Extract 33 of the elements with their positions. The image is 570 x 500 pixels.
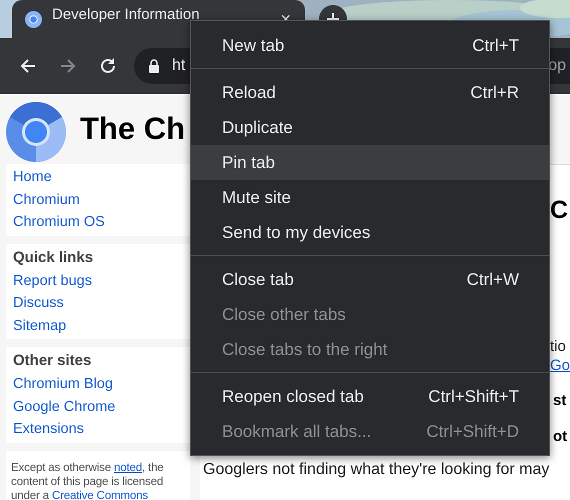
section-heading: Other sites xyxy=(13,351,92,371)
menu-item[interactable]: Duplicate xyxy=(191,110,549,145)
menu-item[interactable]: Mute site xyxy=(191,180,549,215)
chromium-logo-icon xyxy=(25,10,42,28)
noted-link[interactable]: noted xyxy=(114,460,142,474)
body-text: tio xyxy=(550,338,566,355)
nav-link[interactable]: Home xyxy=(13,166,183,188)
menu-item[interactable]: Pin tab xyxy=(191,145,549,180)
bold-text: st xyxy=(553,392,566,409)
body-text: Googlers not finding what they're looking for may xyxy=(203,461,550,479)
menu-item[interactable]: Close tab Ctrl+W xyxy=(191,262,549,297)
lock-icon xyxy=(148,59,160,73)
nav-link[interactable]: Chromium OS xyxy=(13,211,183,234)
tab-title: Developer Information xyxy=(52,7,201,23)
nav-link[interactable]: Chromium Blog xyxy=(13,373,183,396)
chromium-logo-icon xyxy=(6,102,66,162)
bold-text: ot xyxy=(553,428,568,445)
nav-link[interactable]: Discuss xyxy=(13,292,183,314)
license-link[interactable]: Creative Commons xyxy=(52,488,148,500)
license-note: Except as otherwise noted, the content of this page is licensed under a Creative Commons xyxy=(11,460,165,500)
menu-item[interactable]: Send to my devices xyxy=(191,215,549,250)
nav-link[interactable]: Chromium xyxy=(13,188,183,211)
nav-link[interactable]: Report bugs xyxy=(13,270,183,292)
reload-icon[interactable] xyxy=(98,56,118,76)
url-text: ht xyxy=(172,57,186,75)
nav-link[interactable]: Sitemap xyxy=(13,314,183,337)
nav-link[interactable]: Google Chrome Extensions xyxy=(13,396,183,440)
content-link[interactable]: Go xyxy=(550,357,570,374)
section-heading: C xyxy=(550,196,568,225)
section-heading: Quick links xyxy=(13,248,94,268)
menu-item[interactable]: Reload Ctrl+R xyxy=(191,75,549,110)
menu-item[interactable]: Reopen closed tab Ctrl+Shift+T xyxy=(191,379,549,414)
page-title: The Ch xyxy=(80,111,186,147)
